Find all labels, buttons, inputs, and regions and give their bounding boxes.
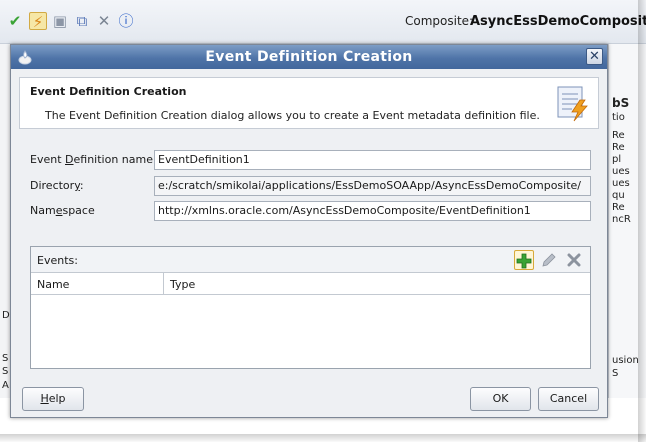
namespace-label: Namespace	[30, 204, 95, 217]
lightning-icon[interactable]: ⚡	[29, 12, 47, 31]
fragment: usion	[612, 355, 639, 366]
delete-event-button[interactable]	[564, 250, 584, 270]
directory-input[interactable]: e:/scratch/smikolai/applications/EssDemo…	[154, 176, 591, 196]
event-definition-name-input[interactable]: EventDefinition1	[154, 150, 591, 170]
delete-x-icon	[567, 253, 581, 267]
event-document-icon	[557, 86, 588, 122]
plus-icon	[516, 253, 532, 269]
fragment: ncR	[612, 214, 631, 225]
fragment: A	[2, 380, 9, 391]
ide-toolbar: ✔ ⚡ ▣ ⧉ ✕ ⓘ Composite: AsyncEssDemoCompo…	[0, 0, 646, 44]
header-title: Event Definition Creation	[30, 85, 187, 98]
pencil-icon	[542, 253, 556, 267]
copy-icon[interactable]: ▣	[51, 12, 69, 30]
header-description: The Event Definition Creation dialog all…	[45, 109, 540, 122]
paste-icon[interactable]: ⧉	[73, 12, 91, 30]
events-panel: Events: Name Type	[30, 246, 591, 369]
fragment: S	[2, 353, 9, 364]
event-definition-name-label: Event Definition name:	[30, 153, 157, 166]
fragment: S	[2, 366, 9, 377]
fragment: Re	[612, 142, 625, 153]
ok-button[interactable]: OK	[470, 387, 531, 411]
validate-check-icon[interactable]: ✔	[6, 12, 24, 30]
dialog-titlebar[interactable]: Event Definition Creation ✕	[11, 45, 607, 69]
fragment: Re	[612, 130, 625, 141]
fragment: ues	[612, 166, 630, 177]
close-button[interactable]: ✕	[586, 48, 603, 65]
fragment: ues	[612, 178, 630, 189]
add-event-button[interactable]	[514, 250, 534, 270]
help-button[interactable]: Help	[22, 387, 84, 411]
header-panel: Event Definition Creation The Event Defi…	[19, 77, 599, 129]
events-toolbar: Events:	[31, 247, 590, 273]
delete-icon[interactable]: ✕	[95, 12, 113, 30]
namespace-input[interactable]: http://xmlns.oracle.com/AsyncEssDemoComp…	[154, 201, 591, 221]
composite-name: AsyncEssDemoComposite	[470, 14, 646, 29]
edit-event-button[interactable]	[539, 250, 559, 270]
fragment: pl	[612, 154, 622, 165]
events-label: Events:	[37, 254, 78, 267]
fragment: S	[612, 368, 619, 379]
fragment: Re	[612, 202, 625, 213]
column-header-type[interactable]: Type	[164, 273, 590, 295]
column-header-name[interactable]: Name	[31, 273, 164, 295]
window-shadow-bottom	[0, 434, 646, 442]
composite-label: Composite:	[405, 14, 474, 28]
fragment: D	[2, 310, 10, 321]
window-shadow-right	[638, 0, 646, 442]
fragment: qu	[612, 190, 625, 201]
dialog-title: Event Definition Creation	[205, 49, 413, 65]
directory-label: Directory:	[30, 179, 84, 192]
cancel-button[interactable]: Cancel	[538, 387, 599, 411]
event-definition-dialog: Event Definition Creation ✕ Event Defini…	[10, 44, 608, 418]
info-icon[interactable]: ⓘ	[117, 12, 135, 30]
fragment: bS	[612, 96, 630, 110]
fragment: tio	[612, 112, 625, 123]
